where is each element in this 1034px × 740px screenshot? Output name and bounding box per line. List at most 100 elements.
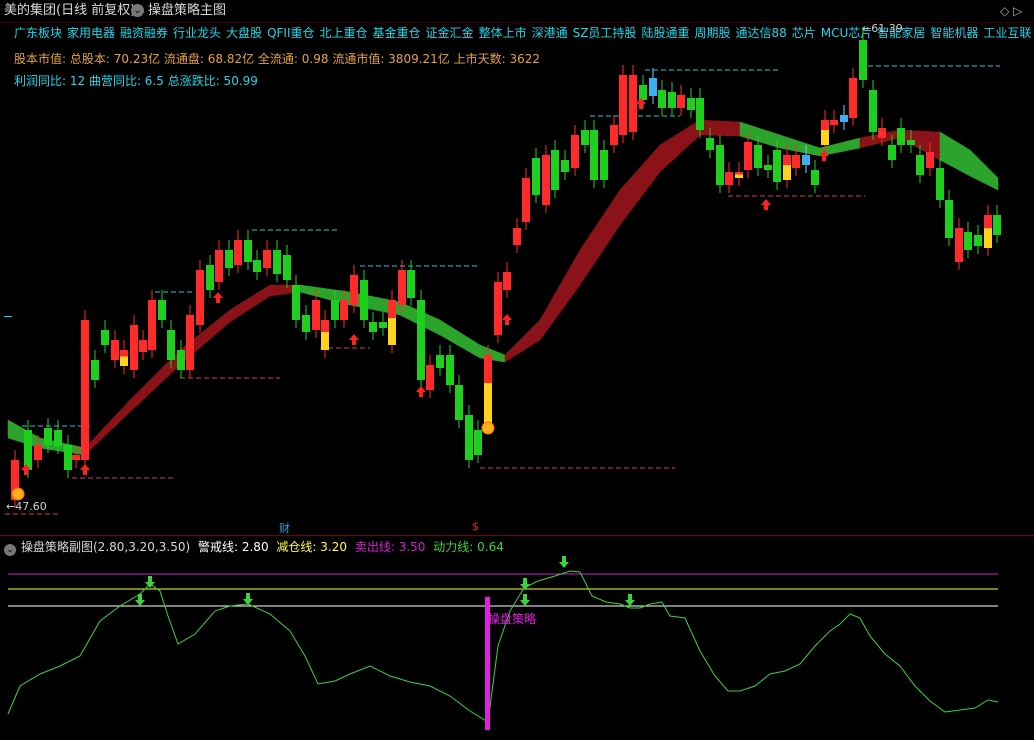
candle-body — [215, 250, 223, 282]
candle-body — [64, 445, 72, 470]
ma-ribbon-segment — [539, 249, 581, 341]
candle-body — [600, 150, 608, 180]
candle-body — [993, 215, 1001, 235]
candle-body-highlight — [821, 130, 829, 145]
candle-body — [629, 75, 637, 132]
candle-body — [687, 98, 695, 110]
candle-body-highlight — [984, 228, 992, 248]
candle-body — [783, 155, 791, 165]
candle-body — [716, 145, 724, 185]
buy-arrow-icon — [80, 464, 90, 475]
ma-ribbon-segment — [659, 119, 701, 173]
candle-body — [639, 85, 647, 100]
candle-body-highlight — [120, 356, 128, 366]
sell-arrow-icon — [243, 593, 253, 605]
dividend-marker[interactable]: $ — [472, 520, 479, 533]
candle-body — [513, 228, 521, 245]
main-candlestick-chart[interactable] — [0, 0, 1034, 535]
candle-body — [859, 40, 867, 80]
candle-body — [802, 155, 810, 165]
buy-arrow-icon — [502, 314, 512, 325]
candle-body — [754, 145, 762, 168]
power-line — [7, 570, 999, 723]
candle-body — [916, 155, 924, 175]
buy-signal-circle-icon — [11, 487, 25, 501]
candle-body — [811, 170, 819, 185]
candle-body — [840, 115, 848, 122]
candle-body — [130, 325, 138, 370]
candle-body — [283, 255, 291, 280]
candle-body — [24, 430, 32, 470]
ma-ribbon-segment — [84, 399, 131, 456]
candle-body — [773, 150, 781, 182]
strategy-annotation: 操盘策略 — [488, 611, 536, 626]
candle-body — [273, 250, 281, 274]
sub-indicator-chart[interactable]: 操盘策略 — [0, 536, 1034, 740]
sell-arrow-icon — [520, 578, 530, 590]
candle-body — [542, 155, 550, 205]
candle-body — [677, 95, 685, 108]
candle-body — [34, 445, 42, 460]
candle-body — [590, 130, 598, 180]
candle-body — [465, 415, 473, 460]
candle-body — [792, 155, 800, 168]
candle-body — [331, 300, 339, 320]
candle-body — [379, 322, 387, 328]
candle-body — [888, 145, 896, 160]
candle-body — [81, 320, 89, 460]
candle-body — [926, 152, 934, 168]
candle-body — [830, 120, 838, 125]
candle-body — [369, 322, 377, 332]
candle-body-highlight — [484, 383, 492, 425]
candle-body — [907, 140, 915, 145]
ma-ribbon-segment — [504, 319, 541, 363]
candle-body — [177, 350, 185, 370]
candle-body — [455, 385, 463, 420]
candle-body — [253, 260, 261, 272]
high-price-label: ←61.39 — [862, 22, 903, 35]
sell-arrow-icon — [559, 556, 569, 568]
candle-body — [706, 138, 714, 150]
left-axis-marker — [4, 316, 12, 317]
candle-body — [360, 280, 368, 320]
candle-body — [581, 130, 589, 145]
candle-body — [658, 90, 666, 108]
buy-arrow-icon — [416, 386, 426, 397]
ma-ribbon-segment — [579, 189, 621, 286]
candle-body — [936, 168, 944, 200]
candle-body-highlight — [388, 318, 396, 345]
ma-ribbon-segment — [619, 144, 661, 226]
candle-body — [388, 300, 396, 318]
candle-body — [446, 355, 454, 385]
sell-arrow-icon — [625, 594, 635, 606]
candle-body — [206, 265, 214, 290]
candle-body — [561, 160, 569, 172]
candle-body — [302, 315, 310, 332]
candle-body-highlight — [735, 174, 743, 178]
candle-body — [167, 330, 175, 360]
candle-body — [668, 92, 676, 108]
candle-body — [897, 128, 905, 145]
finance-marker[interactable]: 财 — [279, 520, 290, 536]
candle-body — [764, 165, 772, 170]
buy-arrow-icon — [213, 292, 223, 303]
candle-body — [610, 125, 618, 145]
candle-body — [974, 235, 982, 246]
candle-body — [436, 355, 444, 368]
candle-body — [532, 158, 540, 195]
candle-body — [196, 270, 204, 325]
buy-signal-circle-icon — [481, 421, 495, 435]
candle-body — [878, 128, 886, 138]
candle-body — [849, 78, 857, 118]
candle-body — [101, 330, 109, 345]
candle-body — [984, 215, 992, 229]
candle-body — [225, 250, 233, 268]
candle-body — [139, 340, 147, 352]
candle-body — [551, 150, 559, 190]
ma-ribbon-segment — [939, 131, 971, 177]
candle-body — [407, 270, 415, 298]
candle-body — [398, 270, 406, 305]
candle-body — [821, 120, 829, 130]
ma-ribbon-segment — [969, 149, 999, 191]
candle-body — [744, 142, 752, 170]
